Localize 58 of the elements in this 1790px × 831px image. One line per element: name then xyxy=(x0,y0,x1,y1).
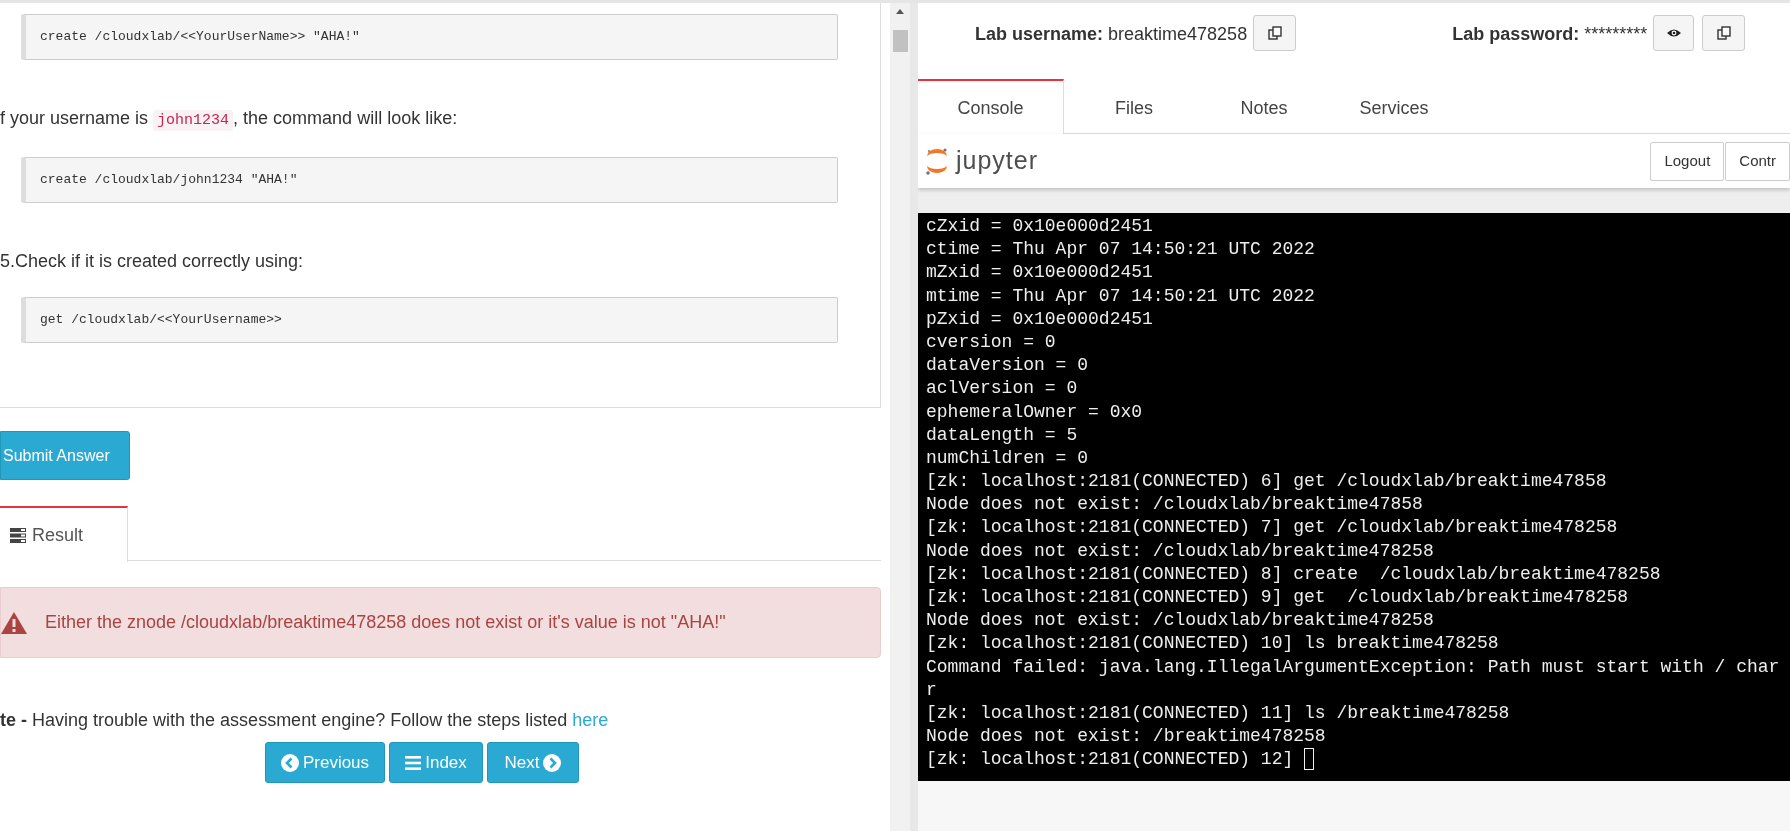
terminal-line: mtime = Thu Apr 07 14:50:21 UTC 2022 xyxy=(926,284,1315,308)
terminal-line: Node does not exist: /cloudxlab/breaktime478258 xyxy=(926,539,1434,563)
terminal-line: pZxid = 0x10e000d2451 xyxy=(926,307,1153,331)
copy-button[interactable] xyxy=(1253,15,1297,51)
alert-message: Either the znode /cloudxlab/breaktime478258 does not exist or it's value is not "AHA!" xyxy=(45,611,726,634)
inline-code: john1234 xyxy=(153,110,234,131)
terminal-line: Node does not exist: /breaktime478258 xyxy=(926,725,1326,749)
terminal-cursor xyxy=(1304,748,1315,771)
copy-icon xyxy=(1267,26,1282,40)
header-button[interactable]: Logout xyxy=(1650,141,1725,181)
username-text: Lab username: breaktime478258 xyxy=(975,23,1248,46)
scrollbar[interactable] xyxy=(890,3,910,831)
terminal-line: aclVersion = 0 xyxy=(926,377,1078,401)
code-block: get /cloudxlab/<<YourUsername>> xyxy=(21,297,838,343)
terminal-line: cversion = 0 xyxy=(926,330,1056,354)
terminal-line: ephemeralOwner = 0x0 xyxy=(926,400,1143,424)
chevron-left-icon xyxy=(280,753,299,772)
terminal-line: Command failed: java.lang.IllegalArgumentException: Path must start with / char xyxy=(926,655,1780,679)
instruction-text: f your username is john1234 , the command will look like: xyxy=(0,107,459,133)
terminal-line: dataLength = 5 xyxy=(926,423,1078,447)
terminal-line: [zk: localhost:2181(CONNECTED) 9] get /cloudxlab/breaktime478258 xyxy=(926,586,1629,609)
header-button[interactable]: Contr xyxy=(1725,141,1790,181)
terminal-line: cZxid = 0x10e000d2451 xyxy=(926,215,1153,238)
terminal-line: r xyxy=(926,678,937,702)
jupyter-logo-text: jupyter xyxy=(956,145,1039,177)
tab[interactable]: Files xyxy=(1064,79,1204,135)
chevron-right-icon xyxy=(543,753,562,772)
terminal-line: numChildren = 0 xyxy=(926,446,1089,470)
terminal-line: [zk: localhost:2181(CONNECTED) 7] get /cloudxlab/breaktime478258 xyxy=(926,516,1618,540)
terminal-line: Node does not exist: /cloudxlab/breaktime47858 xyxy=(926,493,1423,517)
code-block: create /cloudxlab/john1234 "AHA!" xyxy=(21,157,838,203)
tab[interactable]: Services xyxy=(1324,79,1464,135)
terminal-line: ctime = Thu Apr 07 14:50:21 UTC 2022 xyxy=(926,238,1315,262)
menu-icon xyxy=(405,753,422,772)
tab[interactable]: Console xyxy=(918,79,1064,135)
note-text: te - Having trouble with the assessment engine? Follow the steps listed here xyxy=(0,709,610,732)
jupyter-logo-icon xyxy=(924,146,950,176)
scrollbar-thumb[interactable] xyxy=(892,30,908,52)
terminal[interactable] xyxy=(918,213,1790,781)
copy-button[interactable] xyxy=(1702,15,1746,51)
scroll-up-icon[interactable] xyxy=(896,9,904,14)
result-tab[interactable]: Result xyxy=(0,506,128,562)
terminal-line: [zk: localhost:2181(CONNECTED) 10] ls breaktime478258 xyxy=(926,632,1499,656)
list-icon xyxy=(10,527,26,543)
copy-icon xyxy=(1716,26,1731,40)
instruction-text: 5.Check if it is created correctly using: xyxy=(0,250,305,273)
code-block: create /cloudxlab/<<YourUserName>> "AHA!" xyxy=(21,14,838,60)
terminal-line: [zk: localhost:2181(CONNECTED) 12] xyxy=(926,748,1295,772)
terminal-line: [zk: localhost:2181(CONNECTED) 11] ls /breaktime478258 xyxy=(926,701,1510,725)
password-text: Lab password: ********* xyxy=(1452,23,1648,46)
terminal-line: [zk: localhost:2181(CONNECTED) 6] get /cloudxlab/breaktime47858 xyxy=(926,470,1607,494)
show-password-button[interactable] xyxy=(1653,15,1695,51)
terminal-line: [zk: localhost:2181(CONNECTED) 8] create /cloudxlab/breaktime478258 xyxy=(926,562,1661,586)
terminal-line: dataVersion = 0 xyxy=(926,354,1089,378)
eye-icon xyxy=(1666,28,1681,38)
tab[interactable]: Notes xyxy=(1204,79,1324,135)
terminal-line: mZxid = 0x10e000d2451 xyxy=(926,261,1153,285)
terminal-line: Node does not exist: /cloudxlab/breaktime478258 xyxy=(926,609,1434,633)
